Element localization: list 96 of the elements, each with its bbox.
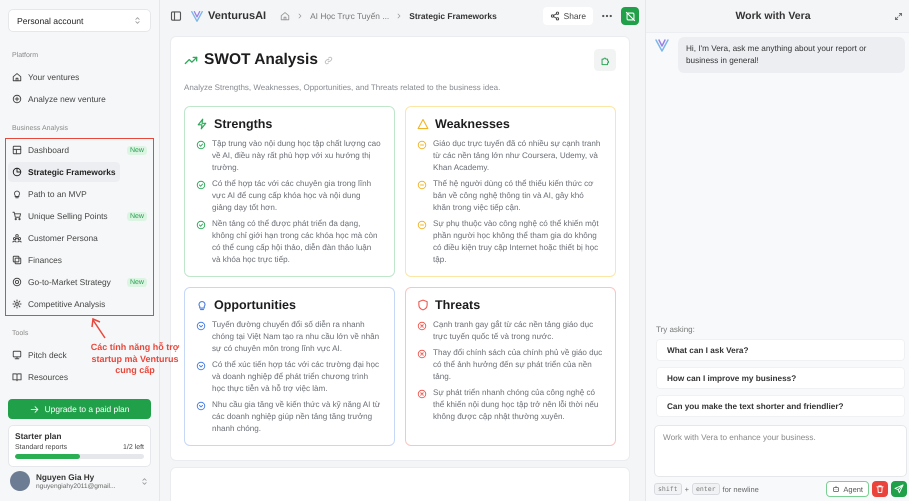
- target-icon: [12, 277, 22, 288]
- x-circle-icon: [417, 321, 427, 331]
- logo-icon: [190, 9, 204, 23]
- expand-icon[interactable]: [894, 12, 903, 20]
- sidebar-item[interactable]: Competitive Analysis: [8, 294, 110, 314]
- send-icon: [894, 484, 904, 494]
- minus-circle-icon: [417, 220, 427, 230]
- puzzle-icon: [600, 54, 610, 66]
- lightning-icon: [196, 118, 208, 130]
- breadcrumb-link[interactable]: AI Học Trực Tuyến ...: [310, 11, 390, 21]
- lightbulb-icon: [12, 189, 22, 200]
- swot-point: Có thể hợp tác với các chuyên gia trong lĩnh vực AI để cung cấp khóa học và nội dung giảng dạy tốt hơn.: [212, 178, 372, 214]
- swot-point: Thay đổi chính sách của chính phủ về giáo dục có thể ảnh hưởng đến sự phát triển của nền tảng.: [433, 347, 603, 383]
- chevron-updown-icon: [140, 476, 149, 486]
- sidebar-item[interactable]: Customer Persona: [8, 228, 102, 248]
- annotation-arrow: [90, 316, 108, 340]
- link-icon[interactable]: [324, 56, 333, 64]
- house-icon[interactable]: [280, 11, 290, 21]
- delete-button[interactable]: [872, 481, 888, 497]
- plan-title: Starter plan: [15, 431, 63, 441]
- chevron-circle-icon: [196, 401, 206, 411]
- suggestion-button[interactable]: How can I improve my business?: [656, 367, 905, 389]
- chat-title: Work with Vera: [734, 10, 812, 22]
- lightbulb-icon: [196, 299, 208, 311]
- user-name: Nguyen Gia Hy: [36, 472, 94, 482]
- sidebar-item[interactable]: Strategic Frameworks: [8, 162, 120, 182]
- sidebar-item[interactable]: Analyze new venture: [8, 89, 110, 110]
- chat-message: Hi, I'm Vera, ask me anything about your report or business in general!: [678, 37, 905, 73]
- share-button[interactable]: Share: [542, 7, 593, 25]
- swot-point: Có thể xúc tiến hợp tác với các trường đại học và doanh nghiệp để phát triển chương trình học thực tiễn và hỗ trợ việc làm.: [212, 359, 380, 395]
- plus-circle-icon: [12, 94, 22, 104]
- suggestions-label: Try asking:: [656, 325, 696, 334]
- pie-chart-icon: [12, 167, 22, 178]
- report-title: SWOT Analysis: [204, 51, 318, 69]
- trash-icon: [875, 484, 885, 494]
- suggestion-button[interactable]: Can you make the text shorter and friendlier?: [656, 395, 905, 417]
- x-circle-icon: [417, 389, 427, 399]
- account-select[interactable]: Personal account: [8, 9, 151, 32]
- send-button[interactable]: [891, 481, 907, 497]
- swot-point: Nền tảng có thể được phát triển đa dạng, không chỉ giới hạn trong các khóa học mà còn có thể cung cấp hội thảo, diễn đàn thảo luận và khóa học trực tiếp.: [212, 218, 378, 266]
- minus-circle-icon: [417, 180, 427, 190]
- cart-icon: [12, 211, 22, 222]
- suggestion-button[interactable]: What can I ask Vera?: [656, 339, 905, 361]
- shield-icon: [417, 299, 429, 311]
- logo-icon: [654, 37, 670, 53]
- arrow-right-icon: [30, 404, 39, 414]
- chevron-circle-icon: [196, 361, 206, 371]
- sidebar-item[interactable]: Finances: [8, 250, 66, 270]
- quadrant-title: Threats: [435, 298, 480, 312]
- swot-point: Giáo dục trực tuyến đã có nhiều sự cạnh tranh từ các nền tảng lớn như Coursera, Udemy, và Khan Academy.: [433, 138, 602, 174]
- sidebar-item[interactable]: Go-to-Market Strategy: [8, 272, 115, 292]
- book-icon: [12, 372, 22, 382]
- report-description: Analyze Strengths, Weaknesses, Opportunities, and Threats related to the business idea.: [184, 83, 502, 92]
- x-circle-icon: [417, 349, 427, 359]
- sidebar-item[interactable]: Your ventures: [8, 67, 84, 88]
- sidebar-item[interactable]: Dashboard: [8, 140, 73, 160]
- house-icon: [12, 72, 22, 82]
- check-circle-icon: [196, 140, 206, 150]
- puzzle-button[interactable]: [594, 49, 616, 71]
- sidebar-item[interactable]: Unique Selling Points: [8, 206, 112, 226]
- quadrant-title: Weaknesses: [435, 117, 510, 131]
- dashboard-icon: [12, 145, 22, 156]
- swot-point: Nhu cầu gia tăng về kiến thức và kỹ năng AI từ các doanh nghiệp giúp nền tảng tăng trưởng nhanh chóng.: [212, 399, 382, 435]
- swot-point: Cạnh tranh gay gắt từ các nền tảng giáo dục trực tuyến quốc tế và trong nước.: [433, 319, 594, 343]
- chevron-right-icon: [395, 12, 404, 20]
- annotation-text: Các tính năng hỗ trợ startup mà Venturus cung cấp: [90, 342, 180, 376]
- swot-point: Sự phát triển nhanh chóng của công nghệ có thể khiến nội dung học tập trở nên lỗi thời nếu không được cập nhật thường xuyên.: [433, 387, 600, 423]
- chevron-updown-icon: [133, 16, 142, 26]
- robot-icon: [832, 485, 840, 493]
- layers-icon: [12, 255, 22, 266]
- breadcrumb-current: Strategic Frameworks: [409, 11, 497, 21]
- sidebar-item[interactable]: Pitch deck: [8, 345, 71, 366]
- warning-icon: [417, 118, 429, 130]
- swot-point: Sự phụ thuộc vào công nghệ có thể khiến một phần người học không thể tham gia do không có điều kiện truy cập Internet hoặc thiết bị học tập.: [433, 218, 600, 266]
- brand-name: VenturusAI: [208, 10, 266, 22]
- check-circle-icon: [196, 180, 206, 190]
- minus-circle-icon: [417, 140, 427, 150]
- crossed-square-icon: [624, 10, 636, 22]
- chevron-circle-icon: [196, 321, 206, 331]
- quadrant-title: Strengths: [214, 117, 272, 131]
- check-circle-icon: [196, 220, 206, 230]
- panel-icon: [170, 10, 182, 22]
- swot-point: Thế hệ người dùng có thể thiếu kiến thức cơ bản về công nghệ thông tin và AI, gây khó khăn trong việc tiếp cận.: [433, 178, 594, 214]
- sidebar-item[interactable]: Resources: [8, 367, 72, 388]
- share-icon: [550, 11, 560, 21]
- people-icon: [12, 233, 22, 244]
- sidebar-item[interactable]: Path to an MVP: [8, 184, 91, 204]
- unlink-button[interactable]: [621, 7, 639, 25]
- chat-input[interactable]: Work with Vera to enhance your business.: [654, 425, 907, 477]
- swot-point: Tuyến đường chuyển đổi số diễn ra nhanh chóng tại Việt Nam tạo ra nhu cầu lớn về nhân sự có chuyên môn trong lĩnh vực AI.: [212, 319, 380, 355]
- presentation-icon: [12, 350, 22, 360]
- swot-point: Tập trung vào nội dung học tập chất lượng cao về AI, điều này rất phù hợp với xu hướng thị trường.: [212, 138, 382, 174]
- avatar: [10, 471, 30, 491]
- chevron-right-icon: [296, 12, 304, 20]
- quadrant-title: Opportunities: [214, 298, 296, 312]
- gear-icon: [12, 299, 22, 310]
